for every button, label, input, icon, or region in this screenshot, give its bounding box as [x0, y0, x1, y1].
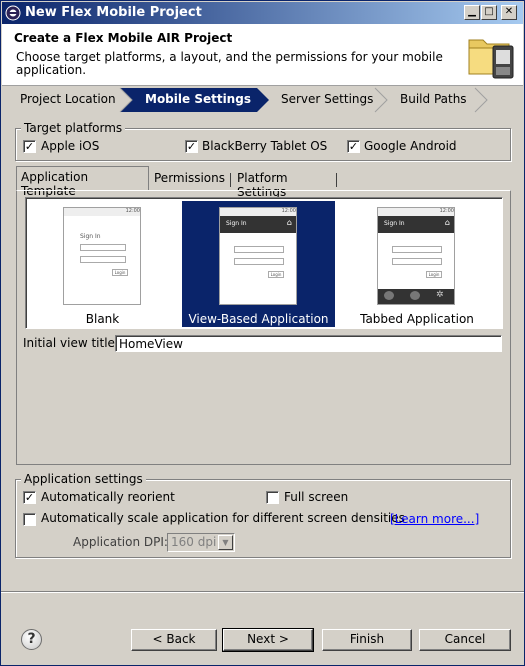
tab-separator	[336, 173, 337, 187]
google-android-label: Google Android	[364, 139, 457, 153]
window-title: New Flex Mobile Project	[25, 5, 202, 20]
preview-status-bar: 12:00	[378, 208, 454, 216]
footer-divider	[1, 591, 524, 593]
wizard-header: Create a Flex Mobile AIR Project Choose …	[2, 24, 523, 86]
preview-header-title: Sign In	[384, 220, 405, 227]
title-bar[interactable]: New Flex Mobile Project ▁ □ ✕	[2, 2, 523, 24]
preview-field	[392, 246, 442, 253]
tab-permissions[interactable]: Permissions	[150, 168, 229, 190]
application-settings-legend: Application settings	[21, 472, 146, 486]
back-button[interactable]: < Back	[131, 629, 217, 651]
step-project-location[interactable]: Project Location	[20, 92, 116, 106]
step-server-settings[interactable]: Server Settings	[281, 92, 373, 106]
preview-signin-text: Sign In	[80, 233, 101, 240]
page-description: Choose target platforms, a layout, and t…	[16, 50, 443, 77]
application-dpi-select[interactable]: 160 dpi ▼	[167, 533, 235, 552]
preview-header-bar: Sign In ⌂	[378, 216, 454, 233]
initial-view-label: Initial view title:	[23, 336, 119, 350]
close-button[interactable]: ✕	[501, 5, 517, 20]
globe-icon	[410, 291, 420, 300]
help-icon[interactable]: ?	[21, 629, 42, 650]
step-mobile-settings[interactable]: Mobile Settings	[145, 92, 251, 106]
cancel-button[interactable]: Cancel	[419, 629, 511, 651]
tab-platform-settings[interactable]: Platform Settings	[233, 168, 292, 199]
finish-button[interactable]: Finish	[322, 629, 412, 651]
preview-field	[234, 258, 284, 265]
maximize-button[interactable]: □	[481, 5, 497, 20]
template-view-based[interactable]: 12:00 Sign In ⌂ Login View-Based Applica…	[182, 201, 335, 327]
auto-reorient-label: Automatically reorient	[41, 490, 175, 504]
application-dpi-label: Application DPI:	[73, 535, 168, 549]
application-dpi-value: 160 dpi	[171, 535, 217, 549]
template-list[interactable]: 12:00 Sign In Login Blank 12:00 Sign In …	[25, 197, 503, 329]
blackberry-checkbox[interactable]: ✓	[185, 140, 198, 153]
template-tabbed[interactable]: 12:00 Sign In ⌂ Login ✲ Tabbed Applicati…	[342, 201, 492, 327]
chevron-down-icon[interactable]: ▼	[218, 535, 233, 550]
full-screen-checkbox[interactable]	[266, 491, 279, 504]
auto-scale-label: Automatically scale application for diff…	[41, 511, 405, 525]
page-title: Create a Flex Mobile AIR Project	[14, 31, 233, 45]
template-tabbed-label: Tabbed Application	[360, 312, 474, 326]
preview-field	[234, 246, 284, 253]
initial-view-input[interactable]: HomeView	[115, 335, 502, 352]
preview-field	[392, 258, 442, 265]
apple-ios-label: Apple iOS	[41, 139, 100, 153]
preview-header-bar: Sign In ⌂	[220, 216, 296, 233]
preview-field	[80, 256, 126, 263]
auto-scale-checkbox[interactable]	[23, 513, 36, 526]
auto-reorient-checkbox[interactable]: ✓	[23, 491, 36, 504]
wizard-window: New Flex Mobile Project ▁ □ ✕ Create a F…	[0, 0, 525, 666]
tabbed-preview-image: 12:00 Sign In ⌂ Login ✲	[377, 207, 455, 305]
template-blank[interactable]: 12:00 Sign In Login Blank	[30, 201, 175, 327]
tab-application-template[interactable]: Application Template	[16, 166, 149, 198]
preview-login-button: Login	[426, 271, 442, 278]
preview-field	[80, 244, 126, 251]
preview-status-bar: 12:00	[220, 208, 296, 216]
gamepad-icon	[384, 291, 394, 300]
blank-preview-image: 12:00 Sign In Login	[63, 207, 141, 305]
blackberry-label: BlackBerry Tablet OS	[202, 139, 328, 153]
tab-separator	[230, 173, 231, 187]
preview-status-bar: 12:00	[64, 208, 140, 216]
full-screen-label: Full screen	[284, 490, 349, 504]
next-button[interactable]: Next >	[222, 628, 314, 652]
preview-tab-bar: ✲	[378, 289, 454, 304]
template-blank-label: Blank	[85, 312, 120, 326]
apple-ios-checkbox[interactable]: ✓	[23, 140, 36, 153]
template-view-based-label: View-Based Application	[188, 312, 329, 326]
view-based-preview-image: 12:00 Sign In ⌂ Login	[219, 207, 297, 305]
home-icon: ⌂	[286, 218, 292, 227]
step-build-paths[interactable]: Build Paths	[400, 92, 467, 106]
learn-more-link[interactable]: [Learn more...]	[390, 512, 479, 526]
mobile-project-icon	[468, 39, 514, 79]
preview-header-title: Sign In	[226, 220, 247, 227]
target-platforms-legend: Target platforms	[21, 121, 126, 135]
preview-login-button: Login	[268, 271, 284, 278]
home-icon: ⌂	[444, 218, 450, 227]
gear-icon: ✲	[436, 290, 444, 300]
wizard-steps: Project Location Mobile Settings Server …	[2, 87, 523, 113]
preview-login-button: Login	[112, 269, 128, 276]
google-android-checkbox[interactable]: ✓	[347, 140, 360, 153]
eclipse-app-icon	[5, 5, 21, 21]
minimize-button[interactable]: ▁	[464, 5, 480, 20]
